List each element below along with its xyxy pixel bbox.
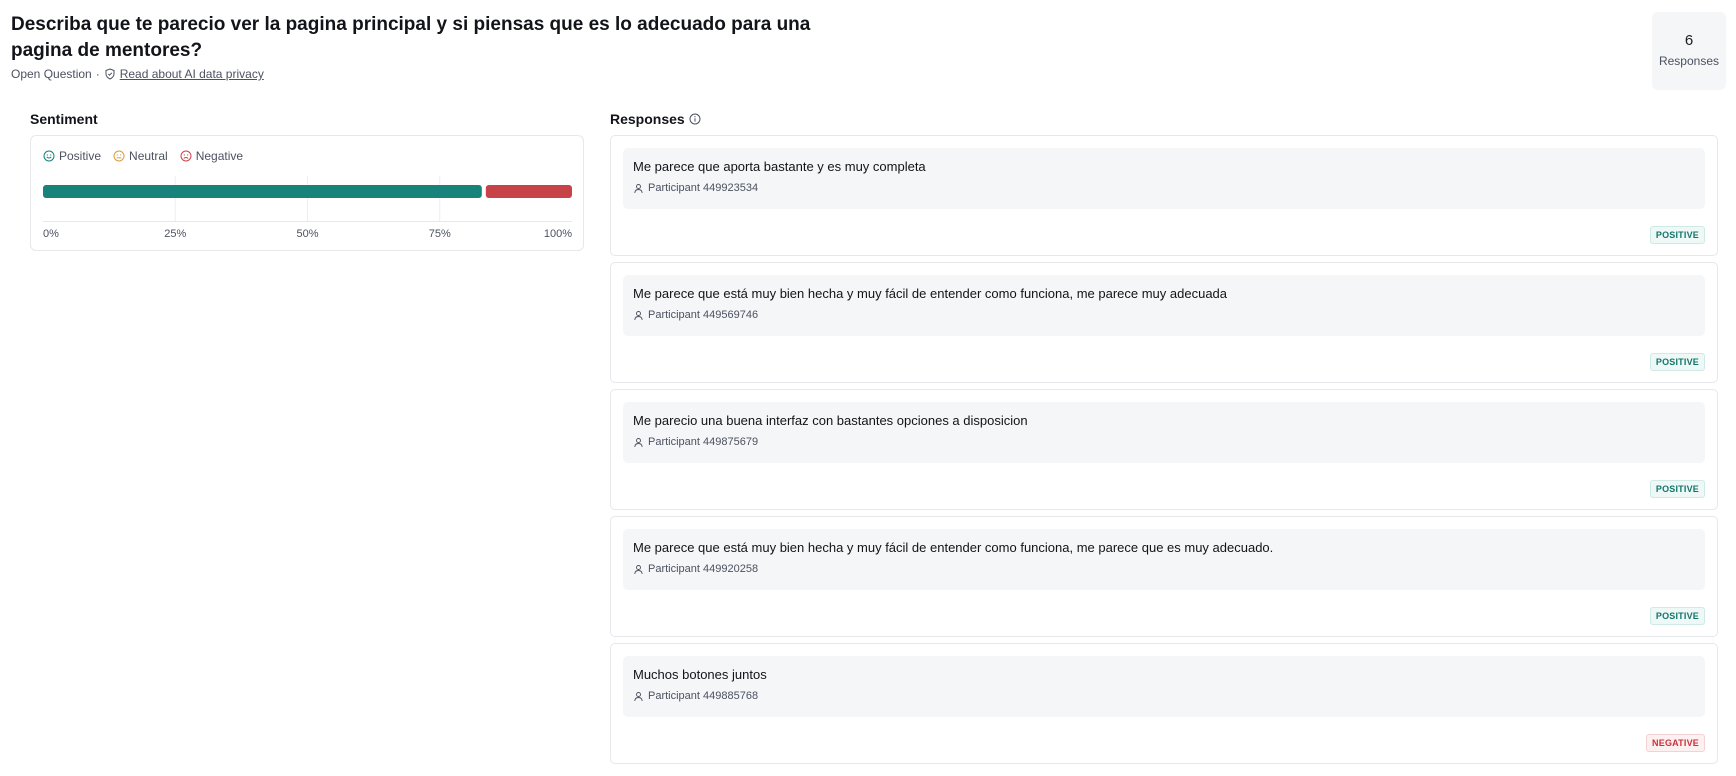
response-body: Me parece que está muy bien hecha y muy … [623, 529, 1705, 590]
response-body: Me parecio una buena interfaz con bastan… [623, 402, 1705, 463]
participant-row: Participant 449923534 [633, 182, 1695, 194]
responses-title: Responses [610, 111, 701, 127]
participant-id: Participant 449885768 [648, 690, 759, 702]
response-count: 6 [1684, 32, 1694, 49]
sentiment-title: Sentiment [30, 111, 98, 127]
participant-id: Participant 449920258 [648, 563, 759, 575]
response-card[interactable]: Me parece que está muy bien hecha y muy … [610, 262, 1718, 383]
response-card[interactable]: Me parecio una buena interfaz con bastan… [610, 389, 1718, 510]
meta-separator: · [95, 67, 100, 81]
participant-id: Participant 449569746 [648, 309, 759, 321]
response-body: Muchos botones juntos Participant 4498857… [623, 656, 1705, 717]
bar-negative[interactable] [485, 185, 572, 198]
sentiment-badge: NEGATIVE [1646, 734, 1705, 752]
response-card[interactable]: Me parece que está muy bien hecha y muy … [610, 516, 1718, 637]
participant-row: Participant 449920258 [633, 563, 1695, 575]
info-icon[interactable] [689, 113, 701, 125]
legend-neutral: Neutral [113, 149, 168, 163]
responses-title-label: Responses [610, 111, 685, 127]
legend-label: Positive [59, 149, 102, 163]
tick-label: 50% [296, 228, 318, 240]
legend-label: Neutral [129, 149, 168, 163]
question-meta: Open Question · Read about AI data priva… [11, 66, 871, 82]
shield-icon [104, 68, 116, 80]
person-icon [633, 183, 644, 194]
sentiment-card: Positive Neutral Negative 0% 25% 50% 75% 100… [30, 135, 584, 251]
person-icon [633, 437, 644, 448]
sentiment-badge: POSITIVE [1649, 353, 1705, 371]
response-text: Me parecio una buena interfaz con bastan… [633, 413, 1028, 428]
legend-label: Negative [195, 149, 244, 163]
privacy-link[interactable]: Read about AI data privacy [120, 66, 264, 82]
person-icon [633, 564, 644, 575]
person-icon [633, 310, 644, 321]
tick-label: 100% [544, 228, 572, 240]
question-type: Open Question [11, 67, 92, 81]
response-card[interactable]: Muchos botones juntos Participant 4498857… [610, 643, 1718, 764]
neutral-face-icon [113, 150, 125, 162]
response-body: Me parece que aporta bastante y es muy c… [623, 148, 1705, 209]
sentiment-legend: Positive Neutral Negative [43, 149, 255, 163]
legend-negative: Negative [180, 149, 243, 163]
sentiment-badge: POSITIVE [1649, 226, 1705, 244]
sentiment-chart: 0% 25% 50% 75% 100% [43, 176, 572, 246]
response-count-label: Responses [1658, 54, 1720, 68]
participant-row: Participant 449569746 [633, 309, 1695, 321]
response-text: Me parece que está muy bien hecha y muy … [633, 286, 1228, 301]
sentiment-chart-svg: 0% 25% 50% 75% 100% [43, 176, 572, 240]
sentiment-badge: POSITIVE [1649, 480, 1705, 498]
participant-row: Participant 449875679 [633, 436, 1695, 448]
participant-id: Participant 449875679 [648, 436, 759, 448]
legend-positive: Positive [43, 149, 101, 163]
question-header: Describa que te parecio ver la pagina pr… [11, 12, 871, 82]
participant-id: Participant 449923534 [648, 182, 759, 194]
response-text: Muchos botones juntos [633, 667, 767, 682]
tick-label: 0% [43, 228, 59, 240]
smile-icon [43, 150, 55, 162]
response-body: Me parece que está muy bien hecha y muy … [623, 275, 1705, 336]
response-count-card: 6 Responses [1652, 12, 1726, 90]
responses-list: Me parece que aporta bastante y es muy c… [610, 135, 1718, 770]
response-card[interactable]: Me parece que aporta bastante y es muy c… [610, 135, 1718, 256]
tick-label: 75% [429, 228, 451, 240]
participant-row: Participant 449885768 [633, 690, 1695, 702]
response-text: Me parece que está muy bien hecha y muy … [633, 540, 1274, 555]
response-text: Me parece que aporta bastante y es muy c… [633, 159, 926, 174]
question-title: Describa que te parecio ver la pagina pr… [11, 14, 811, 61]
frown-icon [180, 150, 192, 162]
bar-positive[interactable] [43, 185, 482, 198]
tick-label: 25% [164, 228, 186, 240]
person-icon [633, 691, 644, 702]
sentiment-badge: POSITIVE [1649, 607, 1705, 625]
